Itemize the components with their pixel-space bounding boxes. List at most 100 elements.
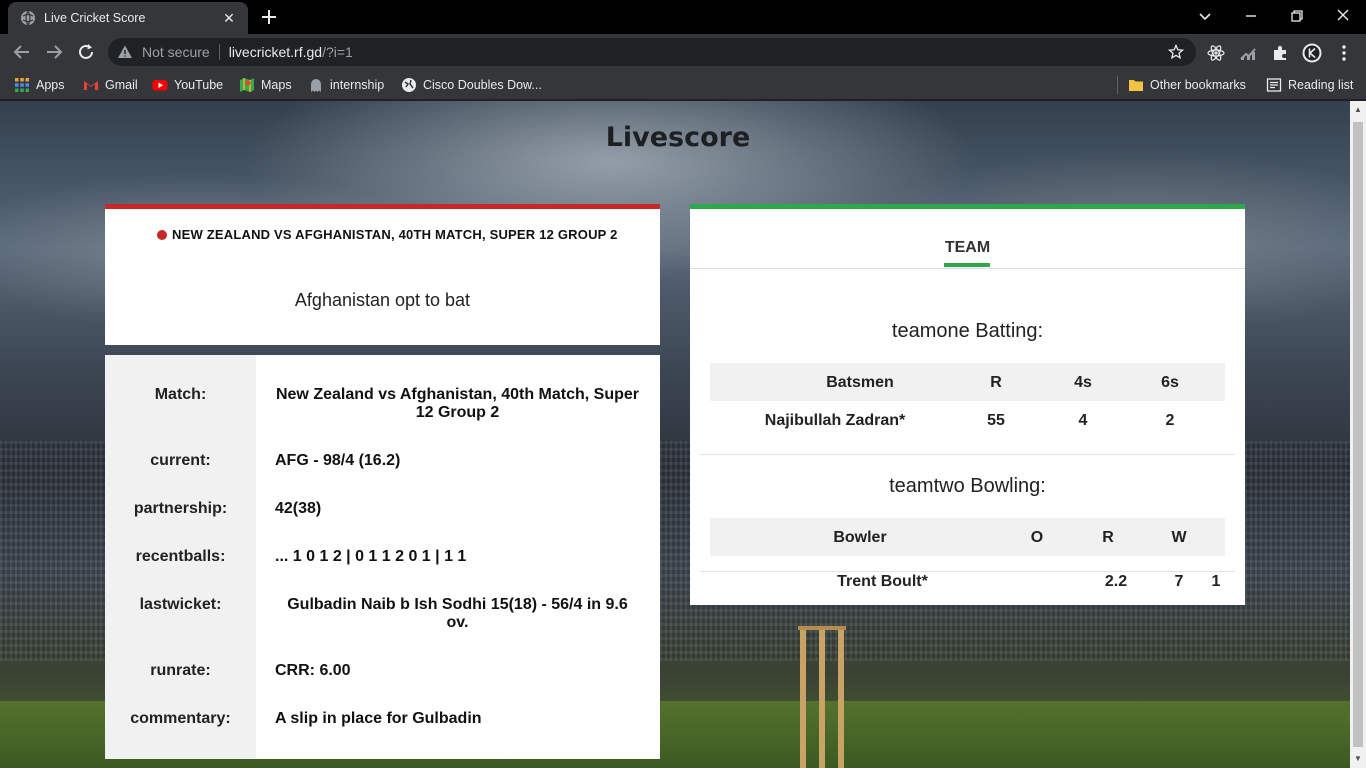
- recentballs-value: ... 1 0 1 2 | 0 1 1 2 0 1 | 1 1: [275, 548, 467, 565]
- bookmark-apps[interactable]: Apps: [14, 75, 65, 95]
- ghost-icon: [311, 79, 321, 92]
- lastwicket-label: lastwicket:: [139, 596, 222, 613]
- batting-header-batsmen: Batsmen: [826, 374, 894, 391]
- forward-icon[interactable]: [43, 41, 65, 63]
- reading-list[interactable]: Reading list: [1266, 75, 1353, 95]
- current-value: AFG - 98/4 (16.2): [275, 452, 401, 469]
- match-summary-card: NEW ZEALAND VS AFGHANISTAN, 40TH MATCH, …: [105, 204, 660, 345]
- tab-team[interactable]: TEAM: [690, 239, 1245, 257]
- batting-header-r: R: [990, 374, 1002, 391]
- youtube-icon: [152, 80, 168, 91]
- warning-icon[interactable]: [117, 44, 133, 60]
- match-label: Match:: [154, 386, 207, 403]
- batting-title: teamone Batting:: [891, 320, 1044, 342]
- partnership-label: partnership:: [133, 500, 228, 517]
- reading-list-icon: [1266, 78, 1282, 92]
- reload-icon[interactable]: [75, 41, 97, 63]
- bowler-overs: 2.2: [1104, 573, 1128, 590]
- batsman-fours: 4: [1078, 412, 1088, 429]
- bowling-divider: [700, 571, 1235, 572]
- profile-avatar-icon[interactable]: [1302, 43, 1322, 63]
- globe-icon: [402, 78, 416, 92]
- restore-icon[interactable]: [1285, 5, 1309, 27]
- bookmarks-separator: [1117, 76, 1118, 94]
- react-devtools-icon[interactable]: [1206, 43, 1226, 63]
- bookmarks-bar: Apps Gmail YouTube Maps internship Cisco…: [0, 70, 1366, 100]
- apps-grid-icon: [15, 78, 29, 92]
- tab-search-icon[interactable]: [1193, 5, 1217, 27]
- bookmark-label: YouTube: [174, 78, 224, 92]
- match-info-table: Match: New Zealand vs Afghanistan, 40th …: [105, 355, 660, 759]
- bowling-header-w: W: [1171, 529, 1187, 546]
- partnership-value: 42(38): [275, 500, 322, 517]
- new-tab-icon[interactable]: [258, 6, 280, 28]
- live-indicator-icon: [157, 229, 167, 240]
- bowling-header-r: R: [1102, 529, 1114, 546]
- bookmark-maps[interactable]: Maps: [239, 75, 292, 95]
- close-window-icon[interactable]: [1331, 5, 1355, 27]
- address-separator: [218, 44, 220, 60]
- chart-extension-icon[interactable]: [1238, 43, 1258, 63]
- match-header-text: NEW ZEALAND VS AFGHANISTAN, 40TH MATCH, …: [172, 227, 618, 242]
- address-bar[interactable]: Not secure livecricket.rf.gd/?i=1: [108, 38, 1196, 66]
- bookmark-internship[interactable]: internship: [308, 75, 384, 95]
- batting-divider: [700, 454, 1235, 455]
- batting-header-6s: 6s: [1161, 374, 1179, 391]
- bowling-header-o: O: [1030, 529, 1044, 546]
- extensions-puzzle-icon[interactable]: [1270, 43, 1290, 63]
- page-title: Livescore: [605, 122, 751, 153]
- bookmark-star-icon[interactable]: [1168, 44, 1184, 60]
- tab-close-icon[interactable]: ✕: [220, 10, 238, 27]
- scroll-down-icon[interactable]: ▼: [1353, 754, 1363, 764]
- scroll-up-icon[interactable]: ▲: [1353, 105, 1363, 115]
- match-value: New Zealand vs Afghanistan, 40th Match, …: [275, 386, 640, 421]
- recentballs-label: recentballs:: [135, 548, 226, 565]
- match-header: NEW ZEALAND VS AFGHANISTAN, 40TH MATCH, …: [157, 227, 618, 242]
- back-icon[interactable]: [11, 41, 33, 63]
- bookmark-label: internship: [330, 78, 385, 92]
- bookmark-cisco[interactable]: Cisco Doubles Dow...: [401, 75, 542, 95]
- batsman-runs: 55: [987, 412, 1005, 429]
- url-host: livecricket.rf.gd: [228, 44, 323, 60]
- bookmark-label: Apps: [36, 78, 65, 92]
- current-label: current:: [150, 452, 211, 469]
- bookmark-youtube[interactable]: YouTube: [152, 75, 223, 95]
- url-path: /?i=1: [322, 44, 353, 60]
- globe-icon: [21, 10, 35, 26]
- bookmark-label: Cisco Doubles Dow...: [423, 78, 542, 92]
- tab-title: Live Cricket Score: [44, 11, 146, 25]
- bowler-wickets: 1: [1211, 573, 1221, 590]
- batsman-name: Najibullah Zadran*: [764, 412, 906, 429]
- other-bookmarks[interactable]: Other bookmarks: [1128, 75, 1246, 95]
- folder-icon: [1129, 80, 1143, 91]
- batting-header-4s: 4s: [1074, 374, 1092, 391]
- commentary-value: A slip in place for Gulbadin: [275, 710, 482, 727]
- bowling-title: teamtwo Bowling:: [889, 475, 1046, 497]
- team-card: TEAM teamone Batting: Batsmen R 4s 6s Na…: [690, 204, 1245, 605]
- stumps-icon: [798, 626, 846, 768]
- browser-tab[interactable]: Live Cricket Score ✕: [8, 2, 248, 34]
- commentary-label: commentary:: [130, 710, 231, 727]
- tab-active-underline: [944, 263, 990, 267]
- url-text[interactable]: livecricket.rf.gd/?i=1: [229, 44, 353, 60]
- bookmark-gmail[interactable]: Gmail: [83, 75, 138, 95]
- page-viewport: Livescore NEW ZEALAND VS AFGHANISTAN, 40…: [0, 101, 1350, 768]
- tab-divider: [690, 268, 1245, 269]
- security-label[interactable]: Not secure: [142, 44, 210, 60]
- menu-dots-icon[interactable]: [1334, 43, 1354, 63]
- tab-strip: Live Cricket Score ✕: [0, 0, 1366, 34]
- batsman-sixes: 2: [1165, 412, 1175, 429]
- bookmark-label: Gmail: [105, 78, 138, 92]
- bowler-name: Trent Boult*: [837, 573, 928, 590]
- toss-result: Afghanistan opt to bat: [294, 290, 471, 310]
- reading-list-label: Reading list: [1288, 78, 1354, 92]
- gmail-icon: [84, 81, 98, 90]
- other-bookmarks-label: Other bookmarks: [1150, 78, 1246, 92]
- runrate-value: CRR: 6.00: [275, 662, 351, 679]
- lastwicket-value: Gulbadin Naib b Ish Sodhi 15(18) - 56/4 …: [287, 596, 628, 631]
- runrate-label: runrate:: [150, 662, 211, 679]
- bookmark-label: Maps: [261, 78, 292, 92]
- minimize-icon[interactable]: [1239, 5, 1263, 27]
- maps-icon: [240, 78, 254, 92]
- scrollbar-thumb[interactable]: [1353, 122, 1363, 747]
